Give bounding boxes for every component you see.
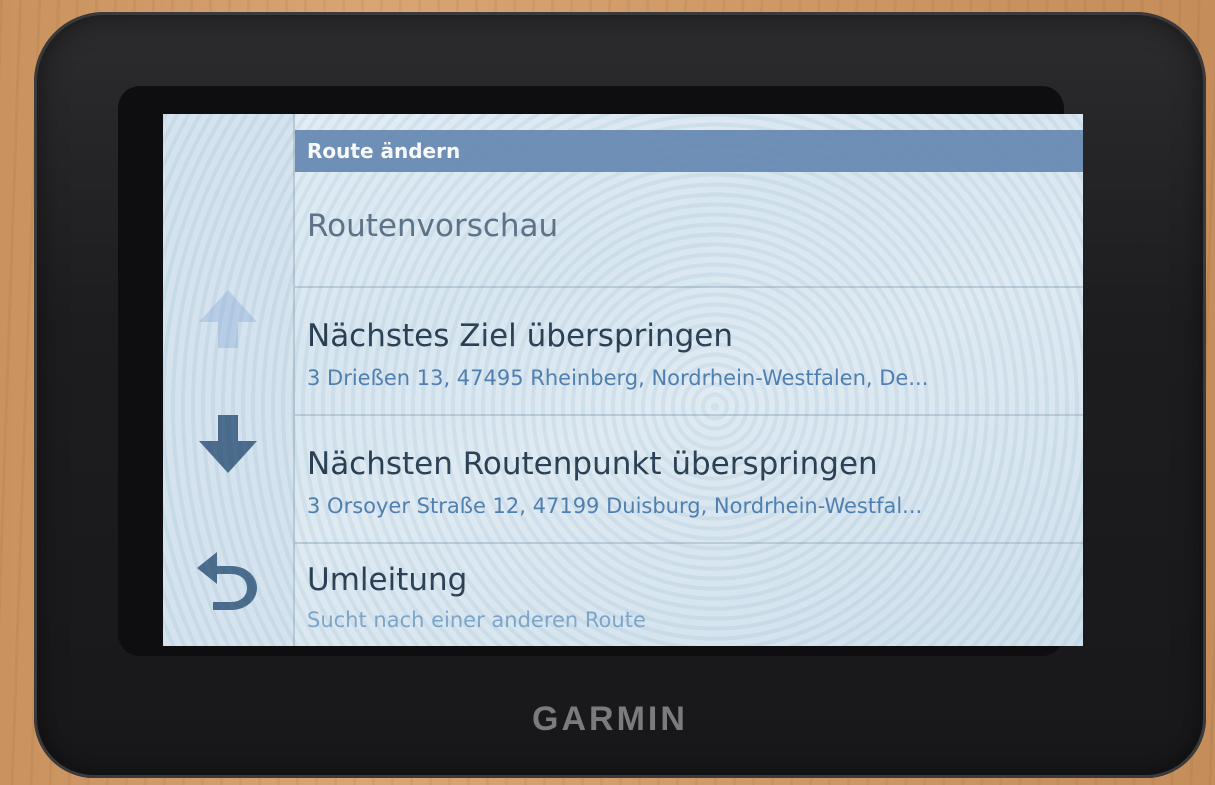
brand-logo: GARMIN bbox=[532, 700, 688, 738]
side-button-panel bbox=[163, 114, 295, 646]
scroll-up-button[interactable] bbox=[183, 274, 273, 364]
page-title: Route ändern bbox=[295, 130, 1083, 172]
menu-item-title: Umleitung bbox=[307, 562, 468, 598]
menu-item-skip-next-waypoint[interactable]: Nächsten Routenpunkt überspringen 3 Orso… bbox=[295, 416, 1083, 544]
menu-item-title: Nächstes Ziel überspringen bbox=[307, 318, 734, 354]
menu-item-skip-next-destination[interactable]: Nächstes Ziel überspringen 3 Drießen 13,… bbox=[295, 288, 1083, 416]
menu-item-subtitle: Sucht nach einer anderen Route bbox=[307, 608, 646, 632]
scroll-down-button[interactable] bbox=[183, 399, 273, 489]
device-screen: Route ändern Routenvorschau Nächstes Zie… bbox=[163, 114, 1083, 646]
menu-item-subtitle: 3 Orsoyer Straße 12, 47199 Duisburg, Nor… bbox=[307, 494, 923, 518]
arrow-down-icon bbox=[199, 415, 257, 473]
menu-item-title: Routenvorschau bbox=[307, 208, 559, 244]
menu-item-subtitle: 3 Drießen 13, 47495 Rheinberg, Nordrhein… bbox=[307, 366, 929, 390]
back-icon bbox=[197, 552, 257, 610]
back-button[interactable] bbox=[183, 532, 273, 622]
menu-item-route-preview[interactable]: Routenvorschau bbox=[295, 172, 1083, 288]
menu-item-title: Nächsten Routenpunkt überspringen bbox=[307, 446, 878, 482]
route-options-list: Routenvorschau Nächstes Ziel überspringe… bbox=[295, 172, 1083, 646]
menu-item-detour[interactable]: Umleitung Sucht nach einer anderen Route bbox=[295, 544, 1083, 646]
arrow-up-icon bbox=[199, 290, 257, 348]
